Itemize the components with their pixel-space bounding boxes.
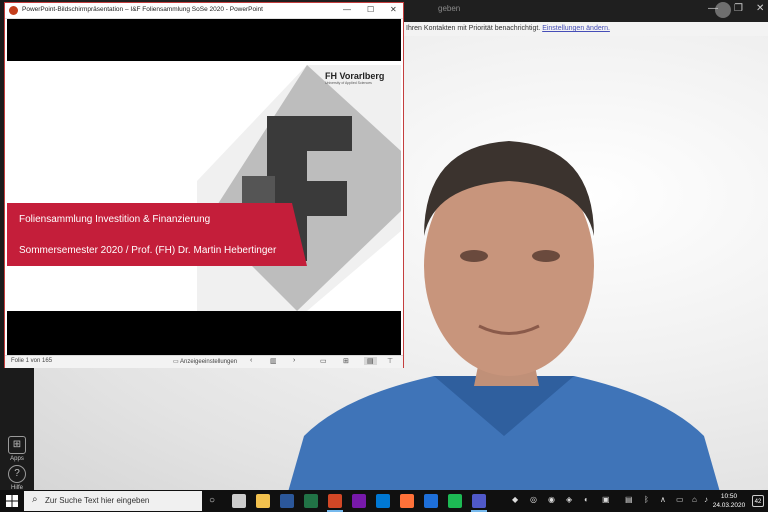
fh-logo-name: FH Vorarlberg — [325, 71, 385, 81]
banner-text: Ihren Kontakten mit Priorität benachrich… — [406, 25, 543, 32]
maximize-icon[interactable]: ❐ — [734, 3, 743, 14]
monitor-icon: ▭ — [173, 359, 181, 365]
display-settings-button[interactable]: ▭ Anzeigeeinstellungen — [173, 358, 237, 365]
task-view-icon[interactable] — [232, 494, 246, 508]
firefox-icon[interactable] — [400, 494, 414, 508]
next-slide-button[interactable]: › — [293, 357, 295, 364]
slide[interactable]: FH Vorarlberg University of Applied Scie… — [7, 61, 401, 311]
slideshow-icon[interactable]: ⊤ — [387, 357, 393, 365]
slide-subtitle: Sommersemester 2020 / Prof. (FH) Dr. Mar… — [19, 245, 277, 256]
ppt-statusbar: Folie 1 von 165 ▭ Anzeigeeinstellungen ‹… — [5, 355, 403, 368]
chevron-up-icon[interactable]: ∧ — [660, 495, 666, 504]
rail-item-label: Apps — [10, 456, 24, 462]
spotify-icon[interactable] — [448, 494, 462, 508]
slide-grid-icon[interactable]: ▥ — [270, 357, 277, 365]
tray-icon[interactable]: ◉ — [548, 495, 555, 504]
apps-icon: ⊞ — [8, 436, 26, 454]
taskbar-search-placeholder: Zur Suche Text hier eingeben — [45, 496, 150, 505]
normal-view-icon[interactable]: ▭ — [320, 357, 327, 365]
battery-icon[interactable]: ▭ — [676, 495, 684, 504]
powerpoint-icon — [9, 6, 18, 15]
tray-icon[interactable]: ▤ — [625, 495, 633, 504]
clock-time: 10:50 — [720, 493, 738, 500]
tray-icon[interactable]: ▣ — [602, 495, 610, 504]
minimize-icon[interactable]: — — [343, 5, 351, 14]
slide-viewport[interactable]: FH Vorarlberg University of Applied Scie… — [7, 19, 401, 355]
volume-icon[interactable]: ♪ — [704, 495, 708, 504]
cortana-icon[interactable]: ○ — [209, 495, 215, 506]
notification-banner: Ihren Kontakten mit Priorität benachrich… — [404, 22, 768, 36]
windows-start-icon[interactable] — [6, 495, 18, 507]
help-icon: ? — [8, 465, 26, 483]
powerpoint-icon[interactable] — [328, 494, 342, 508]
bluetooth-icon[interactable]: ᛒ — [644, 495, 649, 504]
reading-view-icon[interactable]: ▤ — [364, 357, 377, 365]
tray-icon[interactable]: ◆ — [512, 495, 518, 504]
ppt-window-title: PowerPoint-Bildschirmpräsentation – I&F … — [22, 6, 263, 13]
taskbar-search-input[interactable]: ⌕ Zur Suche Text hier eingeben — [24, 491, 202, 511]
dropbox-icon[interactable]: ◈ — [566, 495, 572, 504]
ppt-titlebar[interactable]: PowerPoint-Bildschirmpräsentation – I&F … — [5, 3, 403, 19]
maximize-icon[interactable]: ☐ — [367, 5, 374, 14]
slide-title: Foliensammlung Investition & Finanzierun… — [19, 214, 211, 225]
excel-icon[interactable] — [304, 494, 318, 508]
rail-item-apps[interactable]: ⊞ Apps — [0, 436, 34, 462]
teams-search-partial[interactable]: geben — [438, 4, 460, 13]
rail-item-help[interactable]: ? Hilfe — [0, 465, 34, 491]
close-icon[interactable]: ✕ — [756, 3, 764, 14]
banner-settings-link[interactable]: Einstellungen ändern. — [542, 25, 610, 32]
clock-date: 24.03.2020 — [712, 502, 746, 509]
slide-counter: Folie 1 von 165 — [11, 358, 53, 364]
system-clock[interactable]: 10:50 24.03.2020 — [712, 492, 746, 510]
file-explorer-icon[interactable] — [256, 494, 270, 508]
network-icon[interactable]: ⌂ — [692, 495, 697, 504]
teams-icon[interactable] — [472, 494, 486, 508]
display-settings-label: Anzeigeeinstellungen — [180, 359, 238, 365]
close-icon[interactable]: ✕ — [390, 5, 397, 14]
app-blue-icon[interactable] — [424, 494, 438, 508]
tray-icon[interactable]: ◎ — [530, 495, 537, 504]
slide-sorter-icon[interactable]: ⊞ — [343, 357, 349, 365]
prev-slide-button[interactable]: ‹ — [250, 357, 252, 364]
taskbar: ⌕ Zur Suche Text hier eingeben ○ ◆ ◎ ◉ ◈… — [0, 490, 768, 512]
onenote-icon[interactable] — [352, 494, 366, 508]
tray-icon[interactable]: ◐ — [584, 495, 589, 504]
powerpoint-window[interactable]: PowerPoint-Bildschirmpräsentation – I&F … — [4, 2, 404, 368]
word-icon[interactable] — [280, 494, 294, 508]
slide-graphic — [7, 65, 401, 311]
minimize-icon[interactable]: — — [708, 3, 718, 14]
notification-center-icon[interactable]: 42 — [752, 495, 764, 507]
fh-logo-subtitle: University of Applied Sciences — [325, 81, 372, 85]
fh-vorarlberg-logo: FH Vorarlberg University of Applied Scie… — [325, 71, 384, 85]
search-icon: ⌕ — [32, 494, 38, 505]
outlook-icon[interactable] — [376, 494, 390, 508]
